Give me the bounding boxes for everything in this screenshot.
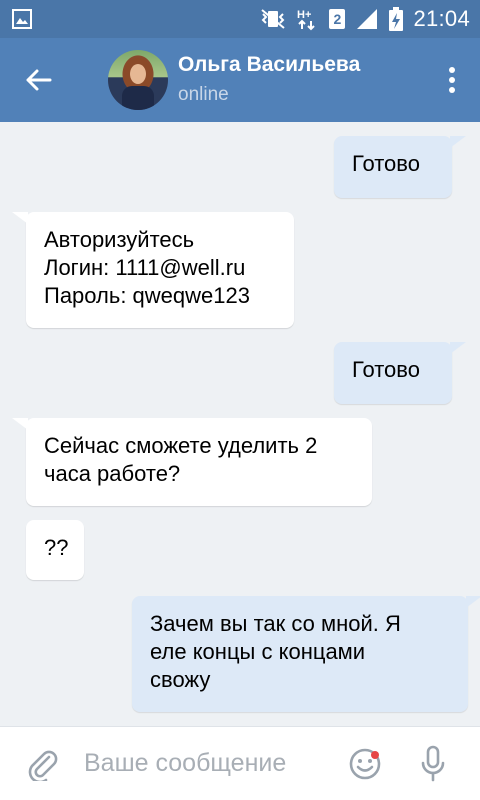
hplus-network-icon: H+ [297, 7, 319, 31]
message-text: Готово [352, 151, 420, 176]
sim-slot-badge: 2 [329, 9, 346, 29]
message-text: часа работе? [44, 461, 181, 486]
message-text: Авторизуйтесь [44, 227, 195, 252]
more-options-button[interactable] [424, 38, 480, 122]
message-bubble-incoming[interactable]: Сейчас сможете уделить 2 часа работе? [12, 418, 372, 506]
voice-record-button[interactable] [396, 727, 470, 800]
microphone-icon [421, 745, 445, 781]
message-bubble-outgoing[interactable]: Готово [334, 342, 466, 404]
emoji-button[interactable] [334, 727, 396, 800]
mute-vibrate-icon [259, 8, 287, 30]
attach-button[interactable] [0, 727, 84, 800]
message-text: свожу [150, 667, 211, 692]
back-arrow-icon [26, 69, 52, 91]
signal-icon [355, 8, 379, 30]
chat-header: Ольга Васильева online [0, 38, 480, 122]
image-icon [10, 7, 34, 31]
message-composer [0, 726, 480, 800]
message-text: Пароль: qweqwe123 [44, 283, 250, 308]
clock: 21:04 [413, 6, 470, 31]
contact-status: online [178, 84, 229, 105]
message-text: Зачем вы так со мной. Я [150, 611, 401, 636]
message-bubble-outgoing[interactable]: Зачем вы так со мной. Я еле концы с конц… [132, 596, 480, 712]
more-vert-icon [449, 67, 455, 93]
status-bar: H+ 2 21:04 [0, 0, 480, 38]
battery-charging-icon [389, 7, 404, 31]
message-text: ?? [44, 535, 69, 560]
message-input[interactable] [84, 726, 334, 800]
message-bubble-outgoing[interactable]: Готово [334, 136, 466, 198]
contact-name: Ольга Васильева [178, 53, 361, 76]
message-text: Логин: 1111@well.ru [44, 255, 246, 280]
notification-dot [371, 750, 379, 759]
message-bubble-incoming[interactable]: Авторизуйтесь Логин: 1111@well.ru Пароль… [12, 212, 294, 328]
message-text: Готово [352, 357, 420, 382]
contact-info[interactable]: Ольга Васильева online [178, 52, 360, 108]
message-text: Сейчас сможете уделить 2 [44, 433, 318, 458]
network-type-label: H+ [297, 9, 311, 21]
message-list[interactable]: Готово Авторизуйтесь Логин: 1111@well.ru… [0, 122, 480, 726]
back-button[interactable] [0, 38, 76, 122]
paperclip-icon [28, 750, 58, 781]
avatar[interactable] [108, 50, 168, 110]
message-text: еле концы с концами [150, 639, 366, 664]
message-bubble-incoming[interactable]: ?? [26, 520, 84, 580]
